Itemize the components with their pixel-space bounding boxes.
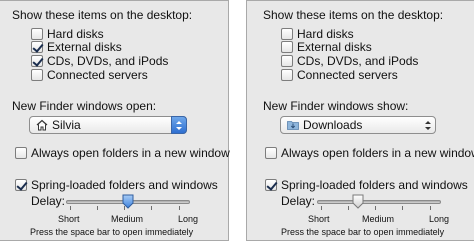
show-items-heading: Show these items on the desktop: [12, 8, 193, 22]
delay-tick [179, 206, 180, 210]
external-disks-label: External disks [297, 40, 372, 54]
delay-tick [402, 206, 403, 210]
spring-loaded-label: Spring-loaded folders and windows [31, 178, 218, 192]
external-disks-checkbox[interactable] [31, 41, 43, 53]
delay-label: Delay: [281, 194, 316, 208]
delay-long-label: Long [429, 214, 450, 224]
spring-loaded-checkbox[interactable] [265, 179, 277, 191]
cds-dvds-ipods-checkbox[interactable] [281, 55, 293, 67]
hard-disks-label: Hard disks [297, 27, 354, 41]
connected-servers-label: Connected servers [47, 68, 148, 82]
new-finder-windows-heading: New Finder windows open: [12, 99, 157, 113]
finder-prefs-panel-right: Show these items on the desktop: Hard di… [246, 0, 474, 241]
cds-dvds-ipods-checkbox[interactable] [31, 55, 43, 67]
delay-slider-knob[interactable] [122, 194, 134, 209]
new-finder-windows-value: Silvia [52, 118, 81, 132]
cds-dvds-ipods-label: CDs, DVDs, and iPods [47, 54, 169, 68]
external-disks-checkbox[interactable] [281, 41, 293, 53]
delay-slider-knob[interactable] [352, 194, 364, 209]
popup-arrows-icon [421, 117, 433, 133]
delay-short-label: Short [308, 214, 330, 224]
spring-loaded-label: Spring-loaded folders and windows [281, 178, 468, 192]
external-disks-label: External disks [47, 40, 122, 54]
delay-slider-track[interactable] [317, 200, 441, 204]
hard-disks-checkbox[interactable] [281, 28, 293, 40]
delay-medium-label: Medium [362, 214, 395, 224]
popup-arrows-icon [171, 116, 187, 134]
delay-tick [430, 206, 431, 210]
delay-label: Delay: [31, 194, 66, 208]
delay-hint: Press the space bar to open immediately [30, 227, 194, 237]
delay-long-label: Long [178, 214, 199, 224]
show-items-heading: Show these items on the desktop: [263, 8, 444, 22]
delay-hint: Press the space bar to open immediately [281, 227, 445, 237]
new-finder-windows-popup[interactable]: Downloads [280, 116, 436, 134]
delay-tick [348, 206, 349, 210]
delay-tick [375, 206, 376, 210]
delay-tick [97, 206, 98, 210]
new-finder-windows-value: Downloads [303, 118, 363, 132]
new-finder-windows-popup[interactable]: Silvia [29, 116, 187, 134]
always-open-new-window-label: Always open folders in a new window [31, 146, 230, 160]
delay-short-label: Short [58, 214, 80, 224]
finder-prefs-panel-left: Show these items on the desktop: Hard di… [0, 0, 230, 241]
new-finder-windows-heading: New Finder windows show: [263, 99, 409, 113]
always-open-new-window-label: Always open folders in a new window [281, 146, 474, 160]
connected-servers-checkbox[interactable] [281, 69, 293, 81]
connected-servers-checkbox[interactable] [31, 69, 43, 81]
cds-dvds-ipods-label: CDs, DVDs, and iPods [297, 54, 419, 68]
spring-loaded-checkbox[interactable] [15, 179, 27, 191]
downloads-folder-icon [287, 121, 299, 130]
delay-tick [70, 206, 71, 210]
connected-servers-label: Connected servers [297, 68, 398, 82]
home-icon [36, 119, 48, 131]
hard-disks-label: Hard disks [47, 27, 104, 41]
hard-disks-checkbox[interactable] [31, 28, 43, 40]
always-open-new-window-checkbox[interactable] [265, 147, 277, 159]
delay-tick [151, 206, 152, 210]
delay-tick [321, 206, 322, 210]
always-open-new-window-checkbox[interactable] [15, 147, 27, 159]
delay-medium-label: Medium [111, 214, 144, 224]
